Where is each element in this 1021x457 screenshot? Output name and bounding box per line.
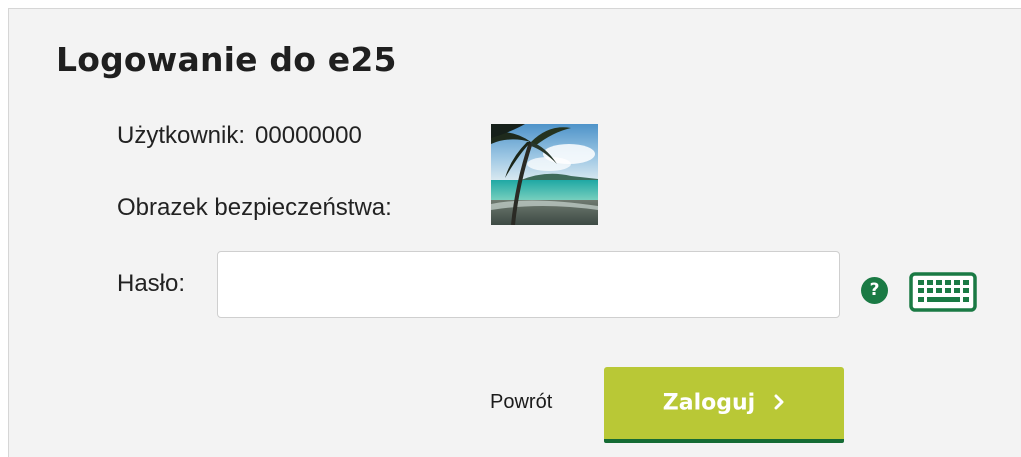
beach-palm-image: [491, 124, 598, 225]
login-button[interactable]: Zaloguj: [604, 367, 844, 443]
login-button-label: Zaloguj: [662, 390, 756, 416]
chevron-right-icon: [773, 391, 785, 416]
password-label: Hasło:: [117, 270, 186, 297]
user-row: Użytkownik: 00000000: [117, 121, 362, 151]
security-image-label: Obrazek bezpieczeństwa:: [117, 194, 392, 221]
user-label: Użytkownik:: [117, 122, 246, 149]
security-image: [491, 124, 598, 225]
keyboard-icon[interactable]: [909, 272, 977, 312]
help-icon[interactable]: ?: [861, 277, 888, 304]
user-value: 00000000: [255, 122, 362, 149]
back-link[interactable]: Powrót: [490, 390, 552, 414]
password-input[interactable]: [217, 251, 840, 318]
page-title: Logowanie do e25: [56, 40, 397, 79]
